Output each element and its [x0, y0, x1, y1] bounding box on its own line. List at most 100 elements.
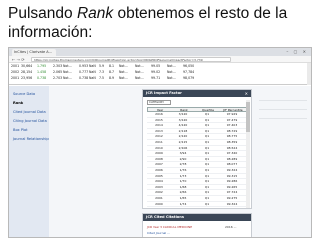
quartile-cell: Q1 — [204, 190, 210, 195]
jif-percentile-cell: 99.324 — [226, 201, 238, 206]
metrics-cell: 0.738 — [37, 76, 47, 80]
metrics-cell: Not... — [135, 76, 144, 80]
year-cell: 2001 — [155, 195, 163, 200]
quartile-cell: Q1 — [204, 139, 210, 144]
scroll-thumb[interactable] — [246, 102, 250, 132]
metrics-cell: 98,079 — [183, 76, 195, 80]
metrics-cell: 8.9 — [109, 76, 115, 80]
quartile-cell: Q1 — [204, 151, 210, 156]
quartile-cell: Q1 — [204, 123, 210, 128]
year-cell: 2009 — [155, 151, 163, 156]
year-cell: 2002 — [155, 190, 163, 195]
right-empty-area — [259, 92, 307, 232]
cites-journal-link[interactable]: Cited Journal ... — [147, 231, 170, 235]
quartile-cell: Q1 — [204, 134, 210, 139]
sidebar-item-journal-relationships[interactable]: Journal Relationships — [9, 135, 51, 144]
metrics-cell: Not... — [167, 70, 176, 74]
quartile-cell: Q1 — [204, 112, 210, 116]
metrics-cell: NaN — [89, 64, 96, 68]
sidebar-item-rank[interactable]: Rank — [9, 99, 49, 108]
header-jif-percentile[interactable]: JIF Percentile — [220, 108, 246, 112]
metrics-cell: 2002 — [11, 70, 20, 74]
cites-filter-line[interactable]: JCR Year ▾ CLINICAL MEDICINE — [147, 225, 192, 229]
address-bar: ← → ⟳ https://jcr.incites.thomsonreuters… — [9, 56, 311, 63]
quartile-cell: Q1 — [204, 162, 210, 167]
jif-percentile-cell: 98.359 — [226, 139, 238, 144]
jif-percentile-cell: 99.265 — [226, 184, 238, 189]
metrics-cell: NaN — [89, 76, 96, 80]
year-cell: 2011 — [155, 139, 163, 144]
metrics-cell: NaN — [89, 70, 96, 74]
metrics-cell: 2.303 — [53, 64, 63, 68]
year-cell: 2006 — [155, 167, 163, 172]
table-row: 2000 1/74 Q1 99.324 — [147, 202, 247, 208]
jif-percentile-cell: 97.403 — [226, 123, 238, 128]
window-controls[interactable]: – ▢ ✕ — [286, 49, 308, 54]
browser-tab[interactable]: InCites | Clarivate A... — [12, 49, 56, 56]
nav-arrows-icon[interactable]: ← → ⟳ — [12, 56, 25, 63]
rank-cell: 1/74 — [179, 201, 187, 206]
sidebar-item-cited-journal-data[interactable]: Cited Journal Data — [9, 108, 49, 117]
cited-citations-panel: JCR Cited Citations JCR Year ▾ CLINICAL … — [142, 213, 252, 237]
metrics-cell: 1.458 — [37, 70, 47, 74]
metrics-cell: 8.1 — [109, 64, 115, 68]
rank-cell: 2/90 — [179, 156, 187, 161]
header-quartile[interactable]: Quartile — [196, 108, 220, 112]
metrics-cell: Not... — [63, 76, 72, 80]
quartile-cell: Q1 — [204, 184, 210, 189]
rank-cell: 3/94 — [179, 151, 187, 156]
metrics-cell: 8.7 — [109, 70, 115, 74]
header-year[interactable]: Year — [148, 108, 172, 112]
jif-percentile-cell: 97.724 — [226, 190, 238, 195]
rank-cell: 4/120 — [178, 123, 188, 128]
sidebar-item-source-data[interactable]: Source Data — [9, 90, 49, 99]
metrics-cell: 2001 — [11, 76, 20, 80]
metrics-cell: Not... — [167, 64, 176, 68]
quartile-cell: Q1 — [204, 128, 210, 133]
sidebar-item-citing-journal-data[interactable]: Citing Journal Data — [9, 117, 49, 126]
quartile-cell: Q1 — [204, 179, 210, 184]
year-cell: 2000 — [155, 201, 163, 206]
quartile-cell: Q1 — [204, 173, 210, 178]
header-rank[interactable]: Rank — [172, 108, 196, 112]
rank-cell: 2/106 — [178, 145, 188, 150]
metrics-cell: 0.738 — [79, 76, 89, 80]
quartile-cell: Q1 — [204, 201, 210, 206]
rank-cell: 3/120 — [178, 112, 188, 116]
metrics-cell: 23,956 — [21, 76, 33, 80]
metrics-cell: 1.795 — [37, 64, 47, 68]
browser-tab-bar: InCites | Clarivate A... – ▢ ✕ — [9, 48, 311, 56]
metrics-cell: Not... — [167, 76, 176, 80]
year-cell: 2014 — [155, 123, 163, 128]
metrics-cell: 0.953 — [79, 64, 89, 68]
sidebar-item-box-plot[interactable]: Box Plot — [9, 126, 49, 135]
rank-cell: 2/78 — [179, 162, 187, 167]
metrics-scrollbar[interactable] — [307, 63, 311, 85]
category-dropdown[interactable]: CATEGORY — [147, 100, 171, 105]
slide-heading: Pulsando Rank obtenemos el resto de la i… — [8, 4, 308, 42]
rank-cell: 1/70 — [179, 179, 187, 184]
close-icon[interactable]: ✕ — [245, 91, 248, 96]
year-cell: 2010 — [155, 145, 163, 150]
metrics-cell: Not... — [63, 70, 72, 74]
metrics-cell: 30,664 — [21, 64, 33, 68]
metrics-cell: 0.777 — [79, 70, 89, 74]
metrics-cell: Not... — [63, 64, 72, 68]
year-cell: 2008 — [155, 156, 163, 161]
rank-table-scrollbar[interactable] — [246, 100, 250, 208]
url-field[interactable]: https://jcr.incites.thomsonreuters.com/J… — [31, 57, 231, 62]
jif-percentile-cell: 98.077 — [226, 162, 238, 167]
divider — [259, 101, 307, 110]
year-cell: 2004 — [155, 179, 163, 184]
metrics-cell: 97,784 — [183, 70, 195, 74]
impact-panel-title: JCR Impact Factor — [143, 90, 251, 97]
jif-percentile-cell: 98.729 — [226, 128, 238, 133]
metrics-cell: 99.02 — [151, 70, 161, 74]
rank-table: Year Rank Quartile JIF Percentile 2016 3/… — [147, 107, 247, 208]
year-cell: 2007 — [155, 162, 163, 167]
cites-panel-title: JCR Cited Citations — [143, 214, 251, 221]
jif-percentile-cell: 97.479 — [226, 117, 238, 122]
year-cell: 2013 — [155, 128, 163, 133]
main-content: JCR Impact Factor ✕ CATEGORY Year Rank Q… — [49, 86, 311, 237]
quartile-cell: Q1 — [204, 195, 210, 200]
